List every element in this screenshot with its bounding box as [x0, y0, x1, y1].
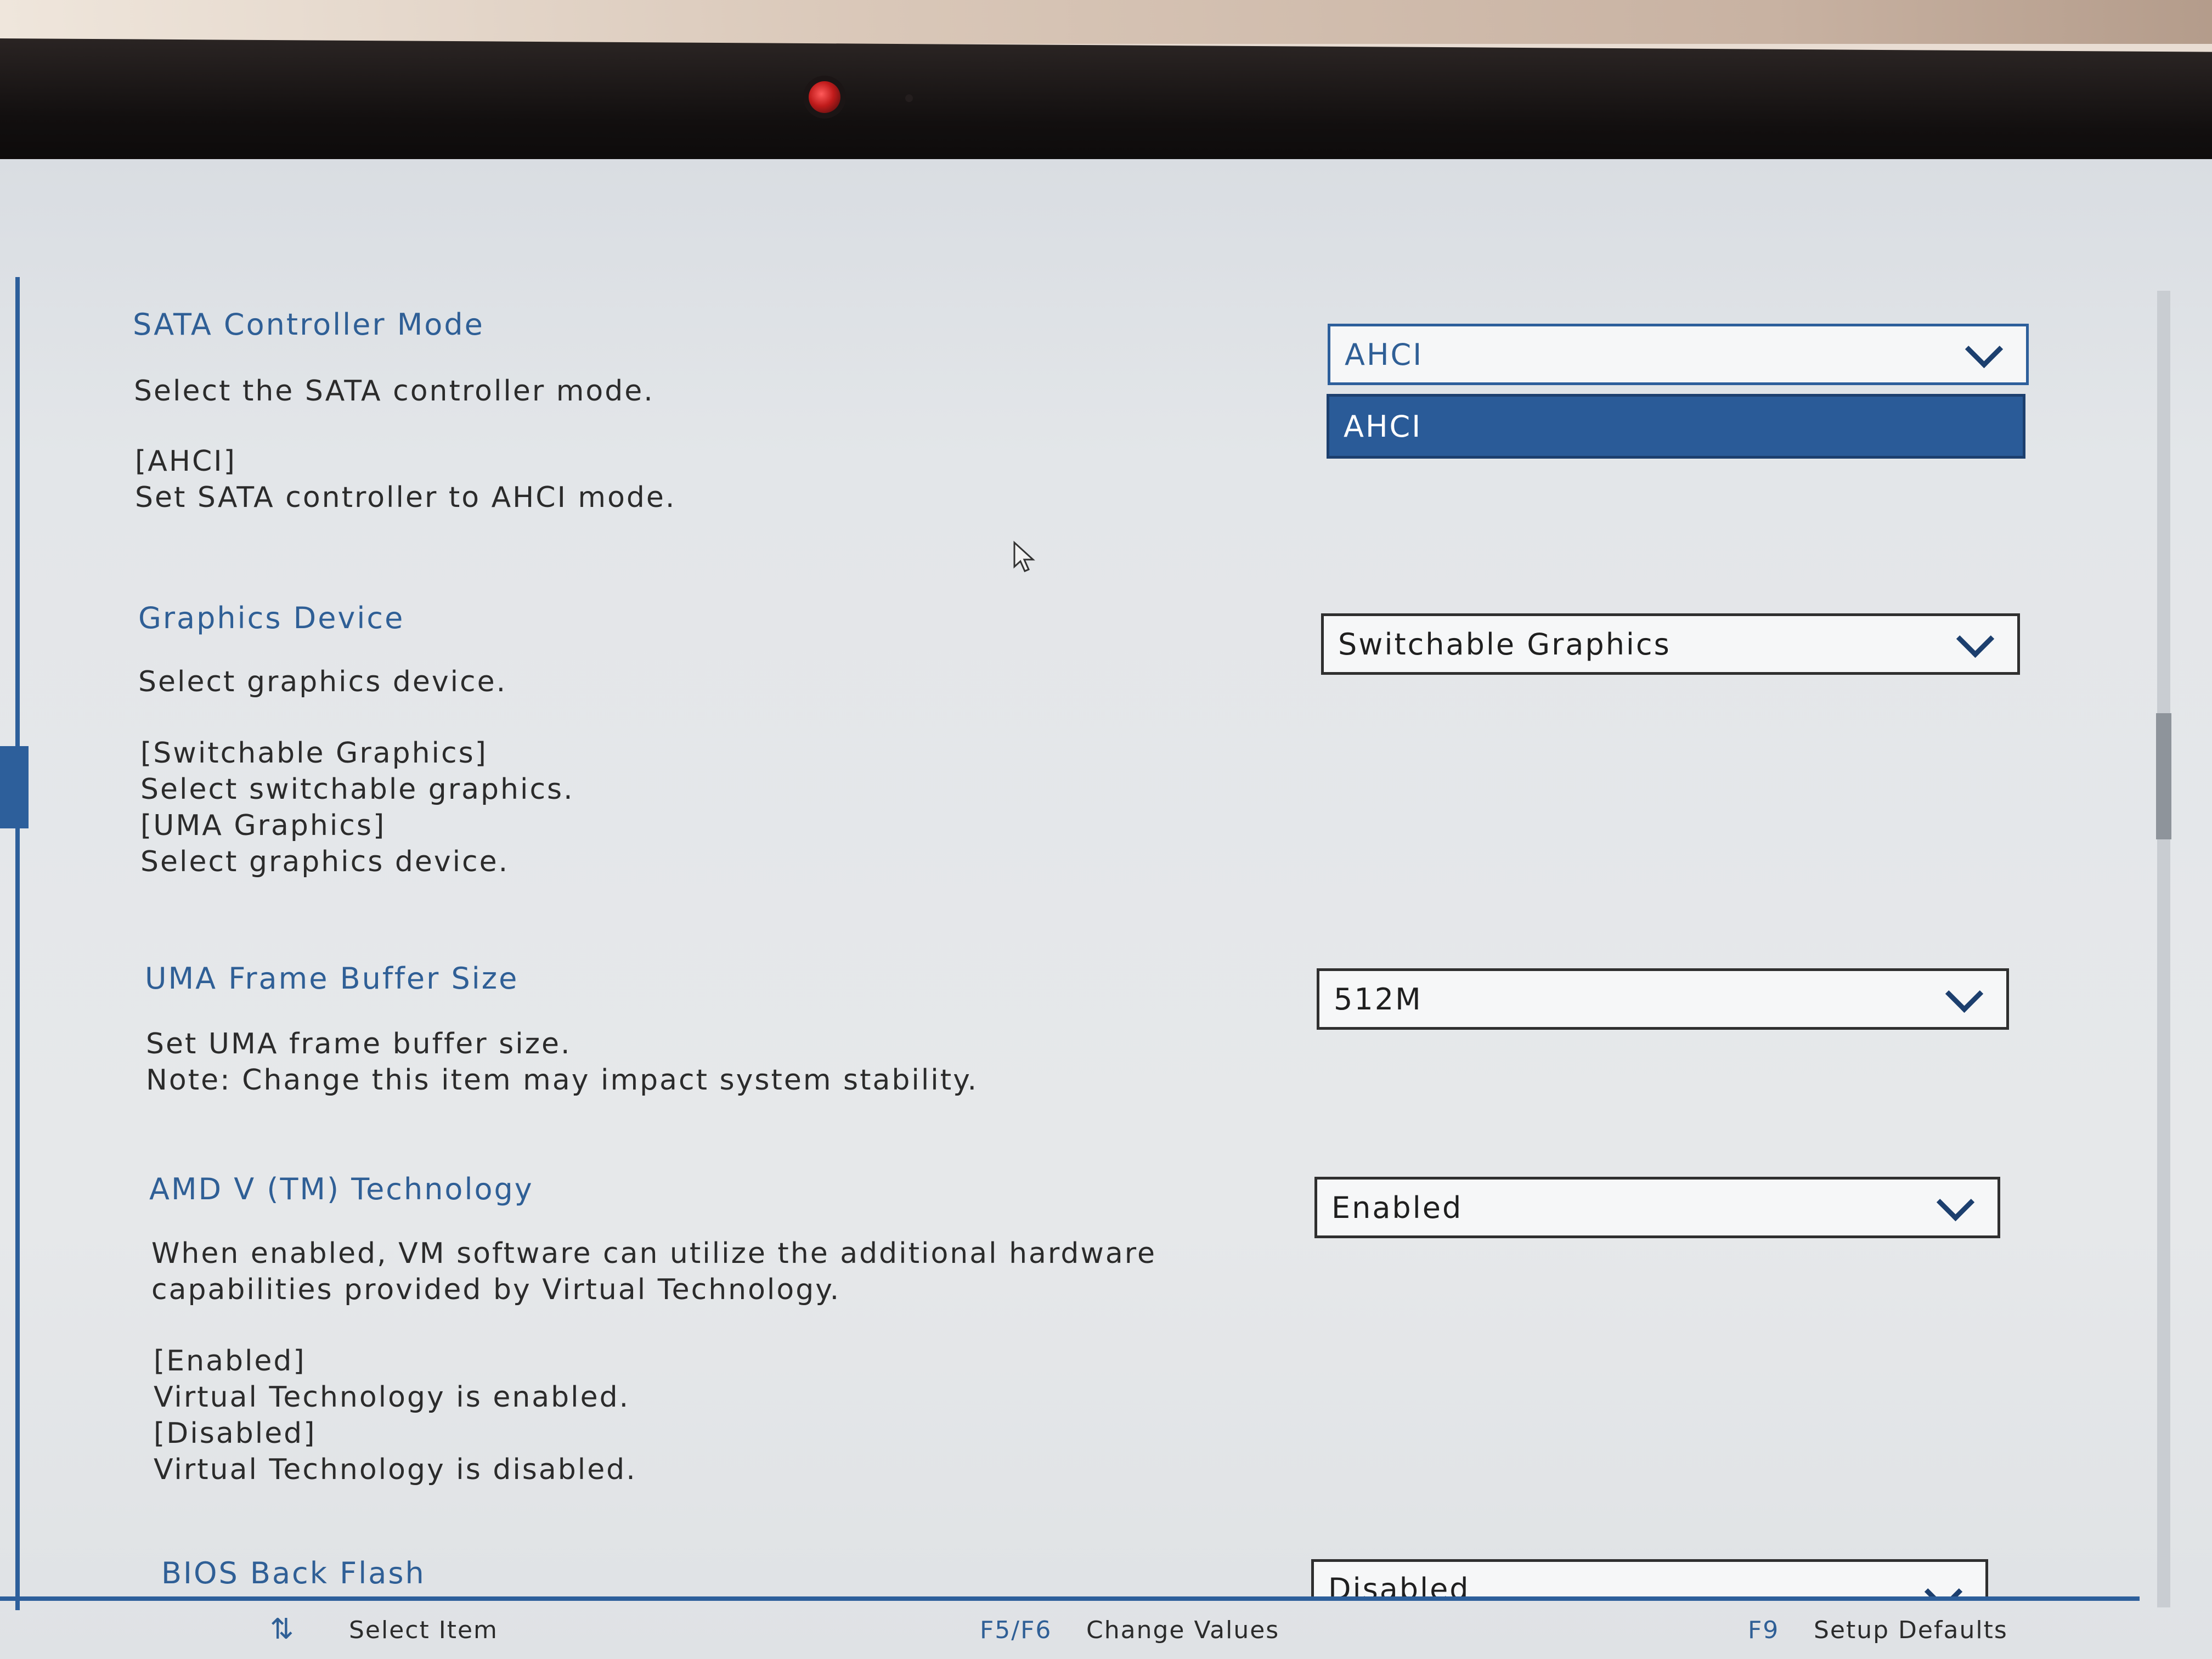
- desc-line: Select graphics device.: [138, 665, 507, 698]
- graphics-device-dropdown[interactable]: Switchable Graphics: [1321, 613, 2020, 675]
- option-line: Virtual Technology is enabled.: [154, 1381, 630, 1414]
- setting-desc-sata: Select the SATA controller mode.: [134, 373, 654, 409]
- footer-divider: [0, 1596, 2140, 1601]
- footer-key-hints: ⇅ Select Item F5/F6 Change Values F9 Set…: [0, 1607, 2212, 1659]
- uma-frame-buffer-dropdown[interactable]: 512M: [1317, 968, 2009, 1030]
- option-line: [AHCI]: [135, 445, 236, 478]
- change-values-label: Change Values: [1086, 1616, 1280, 1644]
- chevron-down-icon[interactable]: [1924, 1572, 1963, 1596]
- left-rail-selected-tab[interactable]: [0, 746, 29, 828]
- left-rail: [15, 277, 20, 1610]
- setting-options-amd-v: [Enabled] Virtual Technology is enabled.…: [154, 1343, 637, 1488]
- option-line: [UMA Graphics]: [140, 809, 386, 842]
- desc-line: capabilities provided by Virtual Technol…: [151, 1273, 841, 1306]
- setup-defaults-key: F9: [1748, 1616, 1780, 1644]
- dropdown-value: AHCI: [1345, 337, 1424, 372]
- setting-title-bios-back-flash[interactable]: BIOS Back Flash: [161, 1556, 426, 1590]
- option-line: [Enabled]: [154, 1345, 306, 1378]
- change-values-key: F5/F6: [980, 1616, 1052, 1644]
- chevron-down-icon[interactable]: [1965, 330, 2004, 368]
- setting-desc-graphics: Select graphics device.: [138, 664, 507, 700]
- option-line: [Switchable Graphics]: [140, 737, 488, 770]
- setting-title-uma-frame-buffer-size[interactable]: UMA Frame Buffer Size: [145, 961, 518, 996]
- setting-desc-amd-v: When enabled, VM software can utilize th…: [151, 1235, 1156, 1308]
- option-line: Virtual Technology is disabled.: [154, 1453, 637, 1486]
- setting-options-graphics: [Switchable Graphics] Select switchable …: [140, 735, 574, 880]
- setting-title-amd-v-technology[interactable]: AMD V (TM) Technology: [149, 1172, 534, 1206]
- dropdown-value: Disabled: [1328, 1572, 1470, 1596]
- scrollbar-track[interactable]: [2157, 291, 2170, 1607]
- sata-mode-dropdown[interactable]: AHCI: [1328, 324, 2029, 385]
- light-sensor-icon: [905, 94, 913, 102]
- bios-screen: SATA Controller Mode Select the SATA con…: [0, 159, 2212, 1659]
- webcam-icon: [809, 81, 840, 113]
- dropdown-option-ahci[interactable]: AHCI: [1329, 409, 1422, 444]
- bios-back-flash-dropdown[interactable]: Disabled: [1311, 1559, 1988, 1596]
- option-line: [Disabled]: [154, 1417, 317, 1450]
- desc-line: Note: Change this item may impact system…: [146, 1064, 978, 1097]
- desc-line: When enabled, VM software can utilize th…: [151, 1237, 1156, 1270]
- dropdown-value: Switchable Graphics: [1338, 627, 1671, 662]
- setup-defaults-label: Setup Defaults: [1814, 1616, 2008, 1644]
- arrows-up-down-icon: ⇅: [270, 1613, 295, 1646]
- desc-line: Set UMA frame buffer size.: [146, 1028, 572, 1060]
- option-line: Select switchable graphics.: [140, 773, 574, 806]
- setting-title-graphics-device[interactable]: Graphics Device: [138, 601, 404, 635]
- chevron-down-icon[interactable]: [1956, 619, 1995, 658]
- setting-options-sata: [AHCI] Set SATA controller to AHCI mode.: [135, 443, 676, 516]
- sata-mode-option-list[interactable]: AHCI: [1327, 394, 2025, 459]
- setting-desc-uma: Set UMA frame buffer size. Note: Change …: [146, 1026, 978, 1098]
- select-item-label: Select Item: [349, 1616, 498, 1644]
- dropdown-value: 512M: [1334, 981, 1423, 1017]
- chevron-down-icon[interactable]: [1945, 974, 1984, 1013]
- option-line: Set SATA controller to AHCI mode.: [135, 481, 676, 514]
- amd-v-dropdown[interactable]: Enabled: [1314, 1177, 2000, 1238]
- desc-line: Select the SATA controller mode.: [134, 375, 654, 408]
- background-wall: [0, 0, 2212, 44]
- chevron-down-icon[interactable]: [1936, 1183, 1975, 1221]
- setting-title-sata-controller-mode[interactable]: SATA Controller Mode: [133, 307, 484, 342]
- scrollbar-thumb[interactable]: [2156, 713, 2171, 839]
- dropdown-value: Enabled: [1331, 1190, 1463, 1225]
- option-line: Select graphics device.: [140, 845, 510, 878]
